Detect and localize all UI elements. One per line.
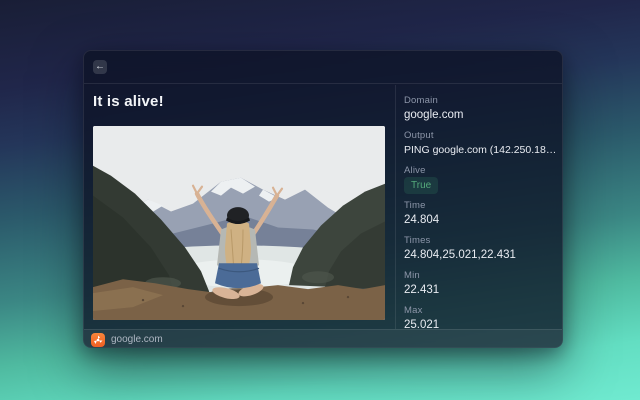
field-value: PING google.com (142.250.185.14):... bbox=[404, 142, 557, 159]
window-header: ← bbox=[84, 51, 562, 84]
field-times: Times 24.804,25.021,22.431 bbox=[404, 234, 557, 264]
result-photo bbox=[93, 126, 385, 320]
app-window: ← It is alive! bbox=[83, 50, 563, 348]
app-logo-icon bbox=[91, 333, 105, 347]
field-max: Max 25.021 bbox=[404, 304, 557, 329]
page-title: It is alive! bbox=[93, 93, 164, 110]
field-min: Min 22.431 bbox=[404, 269, 557, 299]
footer-domain-label: google.com bbox=[111, 330, 163, 348]
field-label: Output bbox=[404, 129, 557, 142]
window-footer: google.com bbox=[84, 329, 562, 348]
field-label: Times bbox=[404, 234, 557, 247]
field-label: Time bbox=[404, 199, 557, 212]
field-output: Output PING google.com (142.250.185.14):… bbox=[404, 129, 557, 159]
alive-status-badge: True bbox=[404, 177, 438, 194]
field-label: Max bbox=[404, 304, 557, 317]
field-value: 24.804,25.021,22.431 bbox=[404, 247, 557, 264]
field-label: Alive bbox=[404, 164, 557, 177]
field-value: 24.804 bbox=[404, 212, 557, 229]
arrow-left-icon: ← bbox=[95, 61, 105, 72]
field-domain: Domain google.com bbox=[404, 94, 557, 124]
field-alive: Alive True bbox=[404, 164, 557, 194]
field-value: 25.021 bbox=[404, 317, 557, 329]
field-value: 22.431 bbox=[404, 282, 557, 299]
back-button[interactable]: ← bbox=[93, 60, 107, 74]
field-label: Domain bbox=[404, 94, 557, 107]
details-sidebar[interactable]: Domain google.com Output PING google.com… bbox=[396, 85, 563, 329]
windmill-icon bbox=[93, 335, 103, 345]
field-label: Min bbox=[404, 269, 557, 282]
cliff-photo-illustration bbox=[93, 126, 385, 320]
field-time: Time 24.804 bbox=[404, 199, 557, 229]
field-value: google.com bbox=[404, 107, 557, 124]
